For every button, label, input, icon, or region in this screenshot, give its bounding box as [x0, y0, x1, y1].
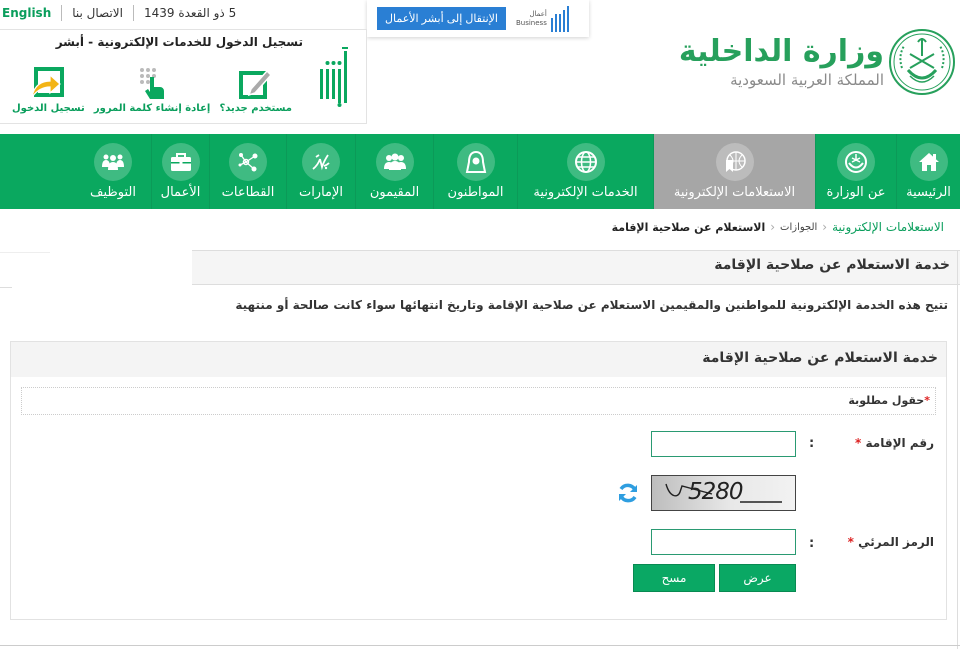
breadcrumb-e-inquiries[interactable]: الاستعلامات الإلكترونية [832, 220, 944, 234]
contact-us-link[interactable]: الاتصال بنا [72, 6, 123, 20]
nav-label: الأعمال [160, 185, 201, 200]
residents-icon [375, 143, 414, 181]
briefcase-icon [161, 143, 200, 181]
refresh-captcha-icon[interactable] [617, 482, 639, 504]
login-icon [32, 67, 65, 98]
home-icon [909, 143, 948, 181]
ministry-logo[interactable]: وزارة الداخلية المملكة العربية السعودية [679, 28, 956, 96]
nav-item-emirates[interactable]: الإمارات [286, 134, 355, 209]
chevron-left-icon: ‹ [822, 220, 828, 234]
nav-item-sectors[interactable]: القطاعات [209, 134, 286, 209]
citizen-icon [456, 143, 495, 181]
nav-label: الرئيسية [906, 185, 951, 200]
go-to-absher-business-button[interactable]: الإنتقال إلى أبشر الأعمال [377, 7, 506, 30]
nav-label: المواطنون [447, 185, 504, 200]
breadcrumb-passports[interactable]: الجوازات [780, 222, 817, 233]
divider [61, 5, 63, 21]
inquiry-form-panel: خدمة الاستعلام عن صلاحية الإقامة *حقول م… [10, 341, 947, 620]
service-description: تتيح هذه الخدمة الإلكترونية للمواطنين وا… [235, 298, 948, 312]
absher-business-logo[interactable]: أعمال Business [515, 5, 569, 32]
ministry-emblem-icon [889, 29, 955, 95]
nav-label: القطاعات [221, 185, 275, 200]
nav-item-home[interactable]: الرئيسية [896, 134, 960, 209]
nav-item-e-services[interactable]: الخدمات الإلكترونية [517, 134, 653, 209]
login-link[interactable]: تسجيل الدخول [12, 65, 85, 114]
nav-label: الإمارات [298, 185, 344, 200]
panel-border [957, 250, 958, 649]
nav-item-citizens[interactable]: المواطنون [433, 134, 517, 209]
nav-item-about-ministry[interactable]: عن الوزارة [815, 134, 896, 209]
employment-icon [94, 143, 132, 181]
top-utility-bar: English الاتصال بنا 5 ذو القعدة 1439 [0, 0, 240, 26]
nav-item-business[interactable]: الأعمال [151, 134, 209, 209]
captcha-label-text: الرمز المرئي [858, 535, 934, 549]
emirates-icon [302, 143, 340, 181]
nav-label: المقيمون [369, 185, 420, 200]
new-user-icon [238, 69, 272, 99]
ministry-subtitle: المملكة العربية السعودية [730, 71, 884, 89]
form-header: خدمة الاستعلام عن صلاحية الإقامة [11, 342, 946, 377]
absher-bars-icon [550, 5, 569, 32]
required-star: * [855, 436, 862, 450]
absher-logo[interactable] [320, 47, 348, 107]
hijri-date: 5 ذو القعدة 1439 [143, 6, 237, 20]
login-label: تسجيل الدخول [12, 103, 85, 114]
chevron-left-icon: ‹ [770, 220, 776, 234]
ministry-emblem-icon [837, 143, 875, 181]
new-user-label: مستخدم جديد؟ [219, 103, 292, 114]
iqama-label-text: رقم الإقامة [865, 436, 934, 450]
iqama-number-label: رقم الإقامة * [855, 436, 934, 450]
captcha-code-input[interactable] [651, 529, 796, 555]
e-inquiries-icon [715, 143, 754, 181]
form-title: خدمة الاستعلام عن صلاحية الإقامة [702, 350, 938, 366]
absher-login-box: تسجيل الدخول للخدمات الإلكترونية - أبشر … [0, 29, 367, 124]
nav-label: الاستعلامات الإلكترونية [673, 185, 796, 200]
business-logo-text-en: Business [515, 18, 547, 27]
ministry-name: وزارة الداخلية [678, 34, 884, 69]
clear-button[interactable]: مسح [633, 564, 715, 592]
english-language-link[interactable]: English [0, 6, 51, 20]
required-star: * [847, 535, 854, 549]
nav-item-residents[interactable]: المقيمون [355, 134, 433, 209]
nav-label: الخدمات الإلكترونية [533, 185, 638, 200]
globe-icon [566, 143, 605, 181]
business-logo-text-ar: أعمال [529, 9, 547, 18]
absher-business-strip: الإنتقال إلى أبشر الأعمال أعمال Business [367, 0, 589, 37]
submit-button[interactable]: عرض [719, 564, 796, 592]
nav-item-e-inquiries[interactable]: الاستعلامات الإلكترونية [653, 134, 815, 209]
reset-password-icon [140, 68, 165, 99]
reset-password-link[interactable]: إعادة إنشاء كلمة المرور [94, 65, 210, 114]
breadcrumb: الاستعلامات الإلكترونية ‹ الجوازات ‹ الا… [612, 220, 944, 234]
required-fields-note: *حقول مطلوبة [21, 387, 936, 415]
nav-label: التوظيف [90, 185, 136, 200]
colon: : [809, 536, 815, 551]
captcha-code-label: الرمز المرئي * [848, 535, 934, 549]
nav-item-employment[interactable]: التوظيف [75, 134, 151, 209]
new-user-link[interactable]: مستخدم جديد؟ [219, 65, 292, 114]
required-star: * [924, 394, 930, 407]
login-title: تسجيل الدخول للخدمات الإلكترونية - أبشر [55, 35, 303, 49]
reset-password-label: إعادة إنشاء كلمة المرور [93, 103, 211, 114]
divider [132, 5, 134, 21]
captcha-image: 5280 [651, 475, 796, 511]
faded-placeholder [0, 245, 200, 288]
panel-bottom-border [0, 645, 960, 646]
sectors-icon [229, 143, 267, 181]
breadcrumb-current: الاستعلام عن صلاحية الإقامة [611, 220, 766, 234]
colon: : [809, 436, 815, 451]
nav-label: عن الوزارة [826, 185, 886, 200]
captcha-text: 5280 [688, 479, 744, 505]
iqama-number-input[interactable] [651, 431, 796, 457]
page-title: خدمة الاستعلام عن صلاحية الإقامة [714, 257, 950, 273]
main-navigation: الرئيسية عن الوزارة الاستعلامات الإلكترو… [0, 134, 960, 209]
required-fields-text: حقول مطلوبة [848, 394, 925, 407]
